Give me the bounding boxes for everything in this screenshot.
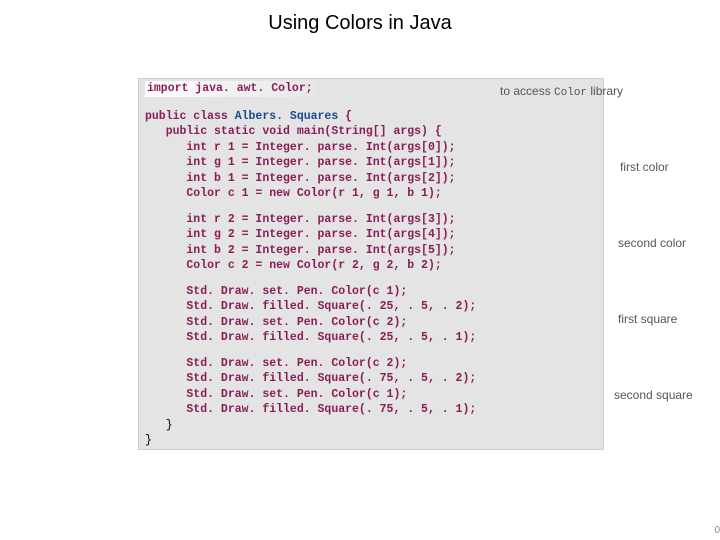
page-title: Using Colors in Java	[0, 0, 720, 35]
code-sq1-1: Std. Draw. filled. Square(. 25, . 5, . 2…	[139, 299, 603, 315]
code-close-class: }	[139, 433, 603, 449]
code-c2-3: Color c 2 = new Color(r 2, g 2, b 2);	[139, 258, 603, 274]
code-c1-2: int b 1 = Integer. parse. Int(args[2]);	[139, 171, 603, 187]
code-sq2-0: Std. Draw. set. Pen. Color(c 2);	[139, 356, 603, 372]
code-sq2-1: Std. Draw. filled. Square(. 75, . 5, . 2…	[139, 371, 603, 387]
annotation-second-color: second color	[618, 236, 686, 250]
page-number: 0	[714, 525, 720, 536]
code-c1-1: int g 1 = Integer. parse. Int(args[1]);	[139, 155, 603, 171]
annotation-first-square: first square	[618, 312, 677, 326]
code-sq2-2: Std. Draw. set. Pen. Color(c 1);	[139, 387, 603, 403]
code-block: import java. awt. Color; public class Al…	[138, 78, 604, 450]
annotation-first-color: first color	[620, 160, 669, 174]
code-sq1-3: Std. Draw. filled. Square(. 25, . 5, . 1…	[139, 330, 603, 346]
code-class-decl: public class Albers. Squares {	[139, 109, 603, 125]
code-sq1-0: Std. Draw. set. Pen. Color(c 1);	[139, 284, 603, 300]
code-c1-0: int r 1 = Integer. parse. Int(args[0]);	[139, 140, 603, 156]
code-main-sig: public static void main(String[] args) {	[139, 124, 603, 140]
code-sq1-2: Std. Draw. set. Pen. Color(c 2);	[139, 315, 603, 331]
code-sq2-3: Std. Draw. filled. Square(. 75, . 5, . 1…	[139, 402, 603, 418]
code-c1-3: Color c 1 = new Color(r 1, g 1, b 1);	[139, 186, 603, 202]
code-c2-0: int r 2 = Integer. parse. Int(args[3]);	[139, 212, 603, 228]
annotation-second-square: second square	[614, 388, 693, 402]
code-c2-1: int g 2 = Integer. parse. Int(args[4]);	[139, 227, 603, 243]
code-close-main: }	[139, 418, 603, 434]
code-c2-2: int b 2 = Integer. parse. Int(args[5]);	[139, 243, 603, 259]
slide: Using Colors in Java import java. awt. C…	[0, 0, 720, 540]
annotation-import: to access Color library	[500, 84, 623, 99]
